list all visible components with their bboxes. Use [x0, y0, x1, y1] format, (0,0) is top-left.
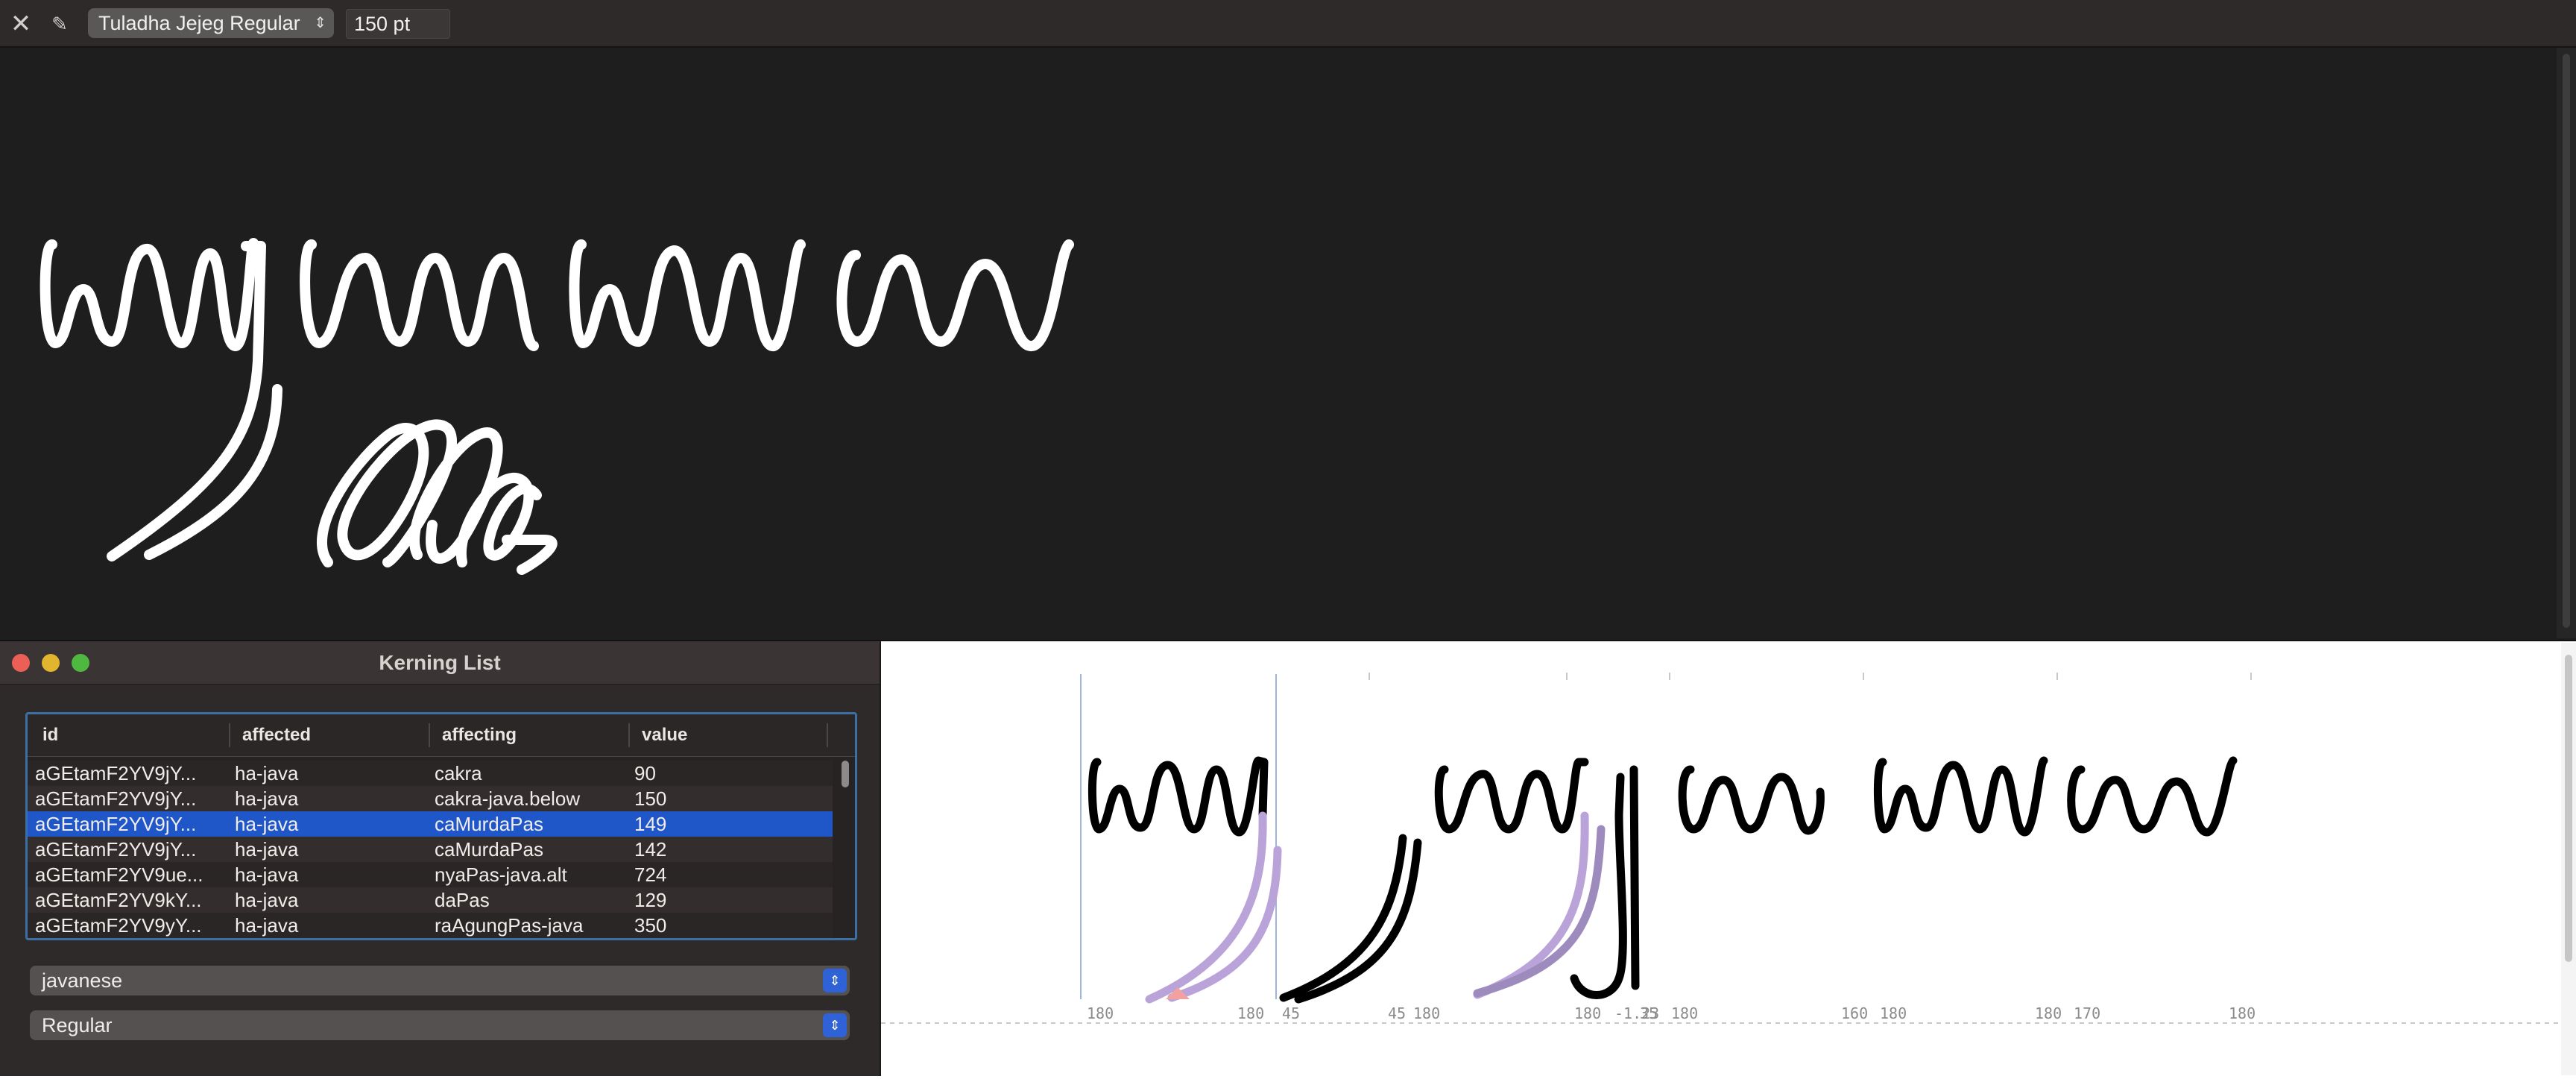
metric-label: 180 [1087, 1004, 1114, 1022]
cell-affecting: nyaPas-java.alt [435, 863, 567, 886]
table-row[interactable]: aGEtamF2YV9jY... ha-java caMurdaPas 149 [28, 811, 833, 837]
metric-label: 170 [2074, 1004, 2100, 1022]
chevron-updown-icon: ⇕ [823, 969, 847, 993]
table-header: id affected affecting value [28, 714, 855, 757]
metric-label: 180 [1574, 1004, 1601, 1022]
style-popup-label: Regular [42, 1014, 113, 1036]
metric-label: 180 [2229, 1004, 2255, 1022]
cell-affected: ha-java [235, 838, 299, 861]
preview-flourish-glyph [317, 419, 558, 575]
table-row[interactable]: aGEtamF2YV9jY... ha-java cakra-java.below 1… [28, 786, 833, 811]
cell-affecting: cakra [435, 762, 482, 784]
cell-affected: ha-java [235, 863, 299, 886]
cell-id: aGEtamF2YV9jY... [35, 838, 197, 861]
edit-glyphs [1087, 756, 2238, 1004]
script-popup[interactable]: javanese ⇕ [30, 966, 850, 995]
column-header-value[interactable]: value [634, 714, 828, 756]
cell-affecting: caMurdaPas [435, 813, 543, 835]
preview-glyph [40, 238, 282, 561]
cell-id: aGEtamF2YV9jY... [35, 813, 197, 835]
chevron-updown-icon: ⇕ [314, 15, 326, 31]
edit-canvas[interactable]: 180 180 45 45 180 180 -1.2335 180 160 180 180 170 18… [881, 643, 2576, 1075]
cell-id: aGEtamF2YV9jY... [35, 762, 197, 784]
table-row[interactable]: aGEtamF2YV9kY... ha-java daPas 129 [28, 887, 833, 913]
cell-value: 150 [634, 787, 667, 810]
table-scrollbar[interactable] [840, 761, 850, 932]
metric-label: 45 [1282, 1004, 1300, 1022]
cell-affected: ha-java [235, 787, 299, 810]
cell-affecting: cakra-java.below [435, 787, 581, 810]
cell-affecting: raAgungPas-java [435, 914, 584, 937]
pin-icon[interactable]: ✎ [46, 10, 73, 37]
glyph-edit-view[interactable]: 180 180 45 45 180 180 -1.23 35 180 160 180 180 170 18… [881, 643, 2576, 1075]
kerning-pair-highlight [1145, 811, 1606, 1004]
table-row[interactable]: aGEtamF2YV9ue... ha-java nyaPas-java.alt 72… [28, 862, 833, 887]
cell-id: aGEtamF2YV9yY... [35, 914, 202, 937]
kerning-table[interactable]: id affected affecting value aGEtamF2YV9j… [25, 712, 857, 940]
edit-view-scrollbar[interactable] [2561, 643, 2576, 1075]
metric-label: 35 [1640, 1004, 1658, 1022]
metric-label: 180 [2035, 1004, 2062, 1022]
table-row[interactable]: aGEtamF2YV9jY... ha-java cakra 90 [28, 761, 833, 786]
font-select[interactable]: Tuladha Jejeg Regular ⇕ [88, 8, 334, 38]
cell-value: 129 [634, 889, 667, 911]
preview-toolbar: ✕ ✎ Tuladha Jejeg Regular ⇕ [0, 0, 2576, 48]
table-row[interactable]: aGEtamF2YV9yY... ha-java raAgungPas-java 35… [28, 913, 833, 938]
cell-value: 724 [634, 863, 667, 886]
close-icon[interactable]: ✕ [7, 10, 34, 37]
cell-value: 90 [634, 762, 656, 784]
font-size-input[interactable] [346, 9, 450, 39]
metric-label: 45 [1388, 1004, 1406, 1022]
cell-affecting: caMurdaPas [435, 838, 543, 861]
preview-glyph [569, 239, 806, 351]
window-titlebar[interactable]: Kerning List [0, 642, 880, 685]
chevron-updown-icon: ⇕ [823, 1013, 847, 1037]
cell-id: aGEtamF2YV9jY... [35, 787, 197, 810]
cell-value: 142 [634, 838, 667, 861]
cell-id: aGEtamF2YV9ue... [35, 863, 203, 886]
table-row[interactable]: aGEtamF2YV9jY... ha-java caMurdaPas 142 [28, 837, 833, 862]
metric-label: 160 [1841, 1004, 1868, 1022]
metric-label: 180 [1237, 1004, 1264, 1022]
preview-glyph [836, 239, 1074, 351]
font-select-label: Tuladha Jejeg Regular [98, 12, 300, 34]
preview-glyph [300, 239, 539, 351]
preview-canvas [40, 238, 1074, 575]
metric-label: 180 [1413, 1004, 1440, 1022]
kerning-list-window: Kerning List id affected affecting value… [0, 641, 881, 1076]
cell-affected: ha-java [235, 813, 299, 835]
metric-label: 180 [1880, 1004, 1907, 1022]
metric-labels: 180 180 45 45 180 180 -1.2335 180 160 180 180 170 18… [1087, 1004, 2255, 1022]
column-header-affected[interactable]: affected [235, 714, 429, 756]
preview-scrollbar[interactable] [2557, 48, 2576, 638]
style-popup[interactable]: Regular ⇕ [30, 1010, 850, 1040]
column-header-id[interactable]: id [35, 714, 229, 756]
script-popup-label: javanese [42, 969, 123, 992]
column-header-affecting[interactable]: affecting [435, 714, 628, 756]
window-title: Kerning List [379, 651, 501, 674]
cell-affecting: daPas [435, 889, 490, 911]
cell-id: aGEtamF2YV9kY... [35, 889, 202, 911]
cell-affected: ha-java [235, 914, 299, 937]
cell-value: 149 [634, 813, 667, 835]
cell-affected: ha-java [235, 762, 299, 784]
cell-affected: ha-java [235, 889, 299, 911]
cell-value: 350 [634, 914, 667, 937]
preview-window: ✕ ✎ Tuladha Jejeg Regular ⇕ [0, 0, 2576, 641]
metric-label: 180 [1671, 1004, 1698, 1022]
